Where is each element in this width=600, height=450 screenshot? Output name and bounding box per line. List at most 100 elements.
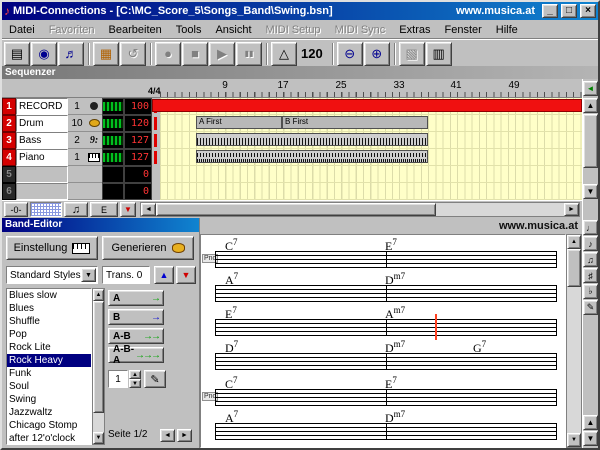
pattern-b-button[interactable]: B → [108,309,164,325]
scroll-up-icon[interactable]: ▲ [583,415,598,430]
menu-datei[interactable]: Datei [2,22,42,38]
quarter-note-tool-icon[interactable]: ♩ [583,220,598,235]
track-lane[interactable]: A First B First [160,115,582,132]
marker-button[interactable]: ▼ [120,202,136,217]
style-option[interactable]: Chicago Stomp [7,419,91,432]
menu-tools[interactable]: Tools [169,22,209,38]
zoom-in-button[interactable]: ⊕ [363,41,390,66]
chord-symbol[interactable]: E7 [385,237,397,254]
drum-clip-b[interactable]: B First [282,116,428,129]
style-option[interactable]: Blues slow [7,289,91,302]
transpose-up-button[interactable]: ▲ [154,266,174,284]
score-view[interactable]: Pno C7 E7 A7 Dm7 E7 Am7 D7 Dm7 G7 Pno C7… [200,234,566,448]
chord-symbol[interactable]: D7 [225,339,238,356]
scroll-down-icon[interactable]: ▼ [583,184,598,199]
style-list-scrollbar[interactable]: ▲ ▼ [92,288,105,445]
track-number[interactable]: 4 [2,149,16,166]
bass-clip[interactable] [196,133,428,146]
track-channel[interactable]: 1 [68,149,86,166]
pattern-ab-button[interactable]: A-B →→ [108,328,164,344]
track-name[interactable]: Bass [16,132,68,149]
print-button[interactable]: ▦ [93,41,119,66]
track-lane[interactable] [160,166,582,183]
sharp-tool-icon[interactable]: ♯ [583,268,598,283]
track-channel[interactable]: 10 [68,115,86,132]
note-editor-button[interactable]: ♫ [64,202,88,217]
style-category-dropdown[interactable]: Standard Styles ▼ [6,266,98,284]
chord-symbol[interactable]: Am7 [385,305,405,322]
horizontal-scrollbar[interactable]: ◄ ► [140,202,580,217]
transpose-down-button[interactable]: ▼ [176,266,196,284]
style-option[interactable]: Pop [7,328,91,341]
style-option-selected[interactable]: Rock Heavy [7,354,91,367]
style-option[interactable]: Blues [7,302,91,315]
scroll-right-icon[interactable]: ► [564,203,579,216]
drum-clip-a[interactable]: A First [196,116,282,129]
page-prev-icon[interactable]: ◄ [160,429,175,442]
chord-symbol[interactable]: Dm7 [385,339,405,356]
edit-tool-button[interactable]: ✎ [144,370,166,388]
track-number[interactable]: 1 [2,98,16,115]
track-lane[interactable] [160,132,582,149]
chord-symbol[interactable]: A7 [225,271,238,288]
notes-button[interactable]: ♬ [58,41,84,66]
scroll-left-icon[interactable]: ◄ [583,81,598,96]
style-option[interactable]: Rock Lite [7,341,91,354]
track-name[interactable]: RECORD [16,98,68,115]
editor-tab[interactable]: E [90,202,118,217]
repeat-count-field[interactable]: 1 [108,370,128,388]
timeline-ruler[interactable]: 4/4 9 17 25 33 41 49 [2,79,582,98]
scrollbar-thumb[interactable] [93,301,104,413]
scroll-left-icon[interactable]: ◄ [141,203,156,216]
scroll-down-icon[interactable]: ▼ [567,433,581,447]
menu-fenster[interactable]: Fenster [437,22,488,38]
zero-tab[interactable]: -0- [4,202,28,217]
beamed-notes-tool-icon[interactable]: ♫ [583,252,598,267]
spinner-up-icon[interactable]: ▲ [129,370,141,379]
maximize-button[interactable]: □ [561,4,577,18]
chord-symbol[interactable]: G7 [473,339,486,356]
scroll-down-icon[interactable]: ▼ [583,431,598,446]
flat-tool-icon[interactable]: ♭ [583,284,598,299]
pattern-aba-button[interactable]: A-B-A →→→ [108,344,164,366]
style-option[interactable]: Soul [7,380,91,393]
track-name[interactable]: Piano [16,149,68,166]
pattern-a-button[interactable]: A → [108,290,164,306]
track-lane[interactable] [160,183,582,200]
scroll-down-icon[interactable]: ▼ [93,432,104,444]
pencil-tool-icon[interactable]: ✎ [583,300,598,315]
track-name[interactable]: Drum [16,115,68,132]
style-option[interactable]: Funk [7,367,91,380]
style-option[interactable]: Shuffle [7,315,91,328]
chord-symbol[interactable]: E7 [225,305,237,322]
score-vertical-scrollbar[interactable]: ▲ ▼ [566,234,582,448]
style-option[interactable]: Jazzwaltz [7,406,91,419]
scroll-up-icon[interactable]: ▲ [93,289,104,301]
scrollbar-thumb[interactable] [156,203,436,216]
record-clip[interactable] [152,99,582,112]
menu-bearbeiten[interactable]: Bearbeiten [102,22,169,38]
spinner-down-icon[interactable]: ▼ [129,379,141,388]
chord-symbol[interactable]: A7 [225,409,238,426]
piano-clip[interactable] [196,150,428,163]
keyboard-button[interactable]: ▥ [425,41,452,66]
track-lane[interactable] [160,149,582,166]
track-lane[interactable] [152,98,582,115]
menu-ansicht[interactable]: Ansicht [208,22,258,38]
chord-symbol[interactable]: E7 [385,375,397,392]
style-option[interactable]: after 12'o'clock [7,432,91,444]
track-channel[interactable] [68,166,86,183]
dropdown-arrow-icon[interactable]: ▼ [81,268,96,282]
menu-extras[interactable]: Extras [392,22,437,38]
chord-symbol[interactable]: C7 [225,237,238,254]
close-button[interactable]: × [580,4,596,18]
track-number[interactable]: 2 [2,115,16,132]
track-channel[interactable] [68,183,86,200]
transpose-field[interactable]: Trans. 0 [102,266,150,284]
track-name[interactable] [16,183,68,200]
chord-symbol[interactable]: Dm7 [385,409,405,426]
track-name[interactable] [16,166,68,183]
chord-symbol[interactable]: C7 [225,375,238,392]
open-file-button[interactable]: ▤ [4,41,30,66]
track-number[interactable]: 5 [2,166,16,183]
